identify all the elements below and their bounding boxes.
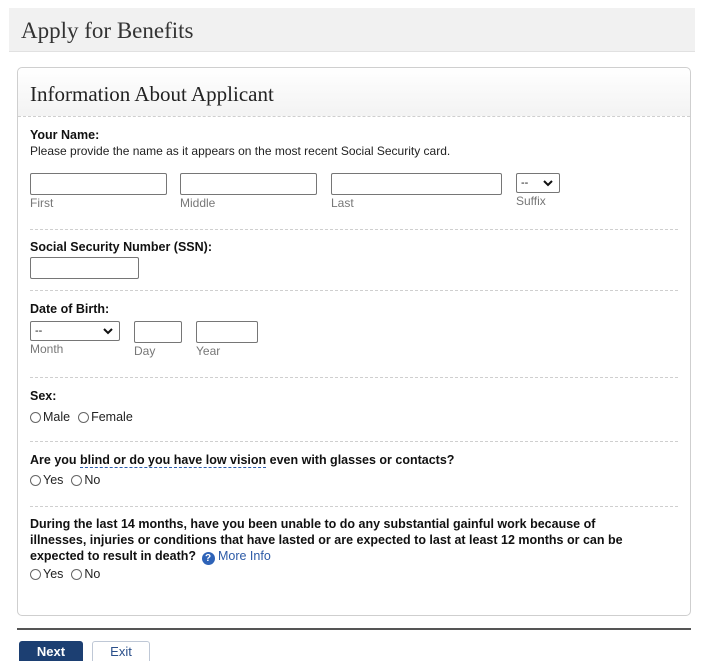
work-option-yes-label: Yes [43,567,64,581]
work-option-no[interactable]: No [71,566,100,582]
first-name-caption: First [30,196,54,210]
first-name-group: First [30,173,167,210]
blind-option-yes-label: Yes [43,473,64,487]
dob-month-group: -- Month [30,321,120,356]
next-button[interactable]: Next [19,641,83,661]
dob-day-caption: Day [134,344,156,358]
name-help-text: Please provide the name as it appears on… [30,144,451,158]
applicant-info-panel: Information About Applicant Your Name: P… [17,67,691,616]
middle-name-input[interactable] [180,173,317,195]
ssn-section: Social Security Number (SSN): [30,239,678,291]
sex-radio-group: Male Female [30,409,678,425]
dob-year-input[interactable] [196,321,258,343]
name-label: Your Name: [30,128,100,142]
ssn-group [30,257,139,279]
blind-radio-group: Yes No [30,472,678,488]
blind-question-pre: Are you [30,453,81,467]
middle-name-group: Middle [180,173,317,210]
page-title: Apply for Benefits [21,18,194,43]
last-name-group: Last [331,173,502,210]
work-option-no-label: No [84,567,101,581]
footer-divider [17,628,691,630]
suffix-group: -- Suffix [516,173,560,208]
sex-option-female[interactable]: Female [78,409,133,425]
radio-button[interactable] [71,568,83,580]
name-section: Your Name: Please provide the name as it… [30,127,678,230]
radio-button[interactable] [30,411,41,423]
radio-button[interactable] [30,568,41,580]
last-name-caption: Last [331,196,354,210]
work-section: During the last 14 months, have you been… [30,516,678,596]
exit-button[interactable]: Exit [92,641,150,661]
dob-month-select-value: -- [35,325,43,337]
work-option-yes[interactable]: Yes [30,566,63,582]
radio-button[interactable] [78,411,90,423]
sex-option-female-label: Female [91,410,133,424]
blind-option-no-label: No [84,473,101,487]
panel-header: Information About Applicant [18,68,690,117]
dob-label: Date of Birth: [30,302,110,316]
panel-title: Information About Applicant [30,82,274,106]
more-info-link[interactable]: More Info [218,549,271,563]
sex-option-male[interactable]: Male [30,409,70,425]
dob-month-caption: Month [30,342,64,356]
blind-question-post: even with glasses or contacts? [266,453,455,467]
dob-day-group: Day [134,321,182,358]
suffix-select[interactable]: -- [516,173,560,193]
sex-section: Sex: Male Female [30,388,678,442]
dob-year-group: Year [196,321,258,358]
work-question-text: During the last 14 months, have you been… [30,517,623,563]
ssn-label: Social Security Number (SSN): [30,240,212,254]
suffix-select-value: -- [521,177,529,189]
sex-option-male-label: Male [43,410,71,424]
first-name-input[interactable] [30,173,167,195]
last-name-input[interactable] [331,173,502,195]
dob-day-input[interactable] [134,321,182,343]
dob-year-caption: Year [196,344,221,358]
suffix-caption: Suffix [516,194,546,208]
chevron-down-icon [543,180,553,187]
question-circle-icon[interactable]: ? [201,552,215,565]
low-vision-definition-link[interactable]: blind or do you have low vision [80,453,267,468]
sex-label: Sex: [30,389,57,403]
middle-name-caption: Middle [180,196,216,210]
work-radio-group: Yes No [30,566,678,582]
chevron-down-icon [103,328,113,335]
dob-month-select[interactable]: -- [30,321,120,341]
dob-section: Date of Birth: -- Month Day Year [30,301,678,378]
radio-button[interactable] [30,474,41,486]
blind-option-yes[interactable]: Yes [30,472,63,488]
work-question: During the last 14 months, have you been… [30,516,650,565]
page-header: Apply for Benefits [9,8,695,52]
blind-question: Are you blind or do you have low vision … [30,452,678,468]
ssn-input[interactable] [30,257,139,279]
radio-button[interactable] [71,474,83,486]
blind-section: Are you blind or do you have low vision … [30,452,678,507]
blind-option-no[interactable]: No [71,472,100,488]
